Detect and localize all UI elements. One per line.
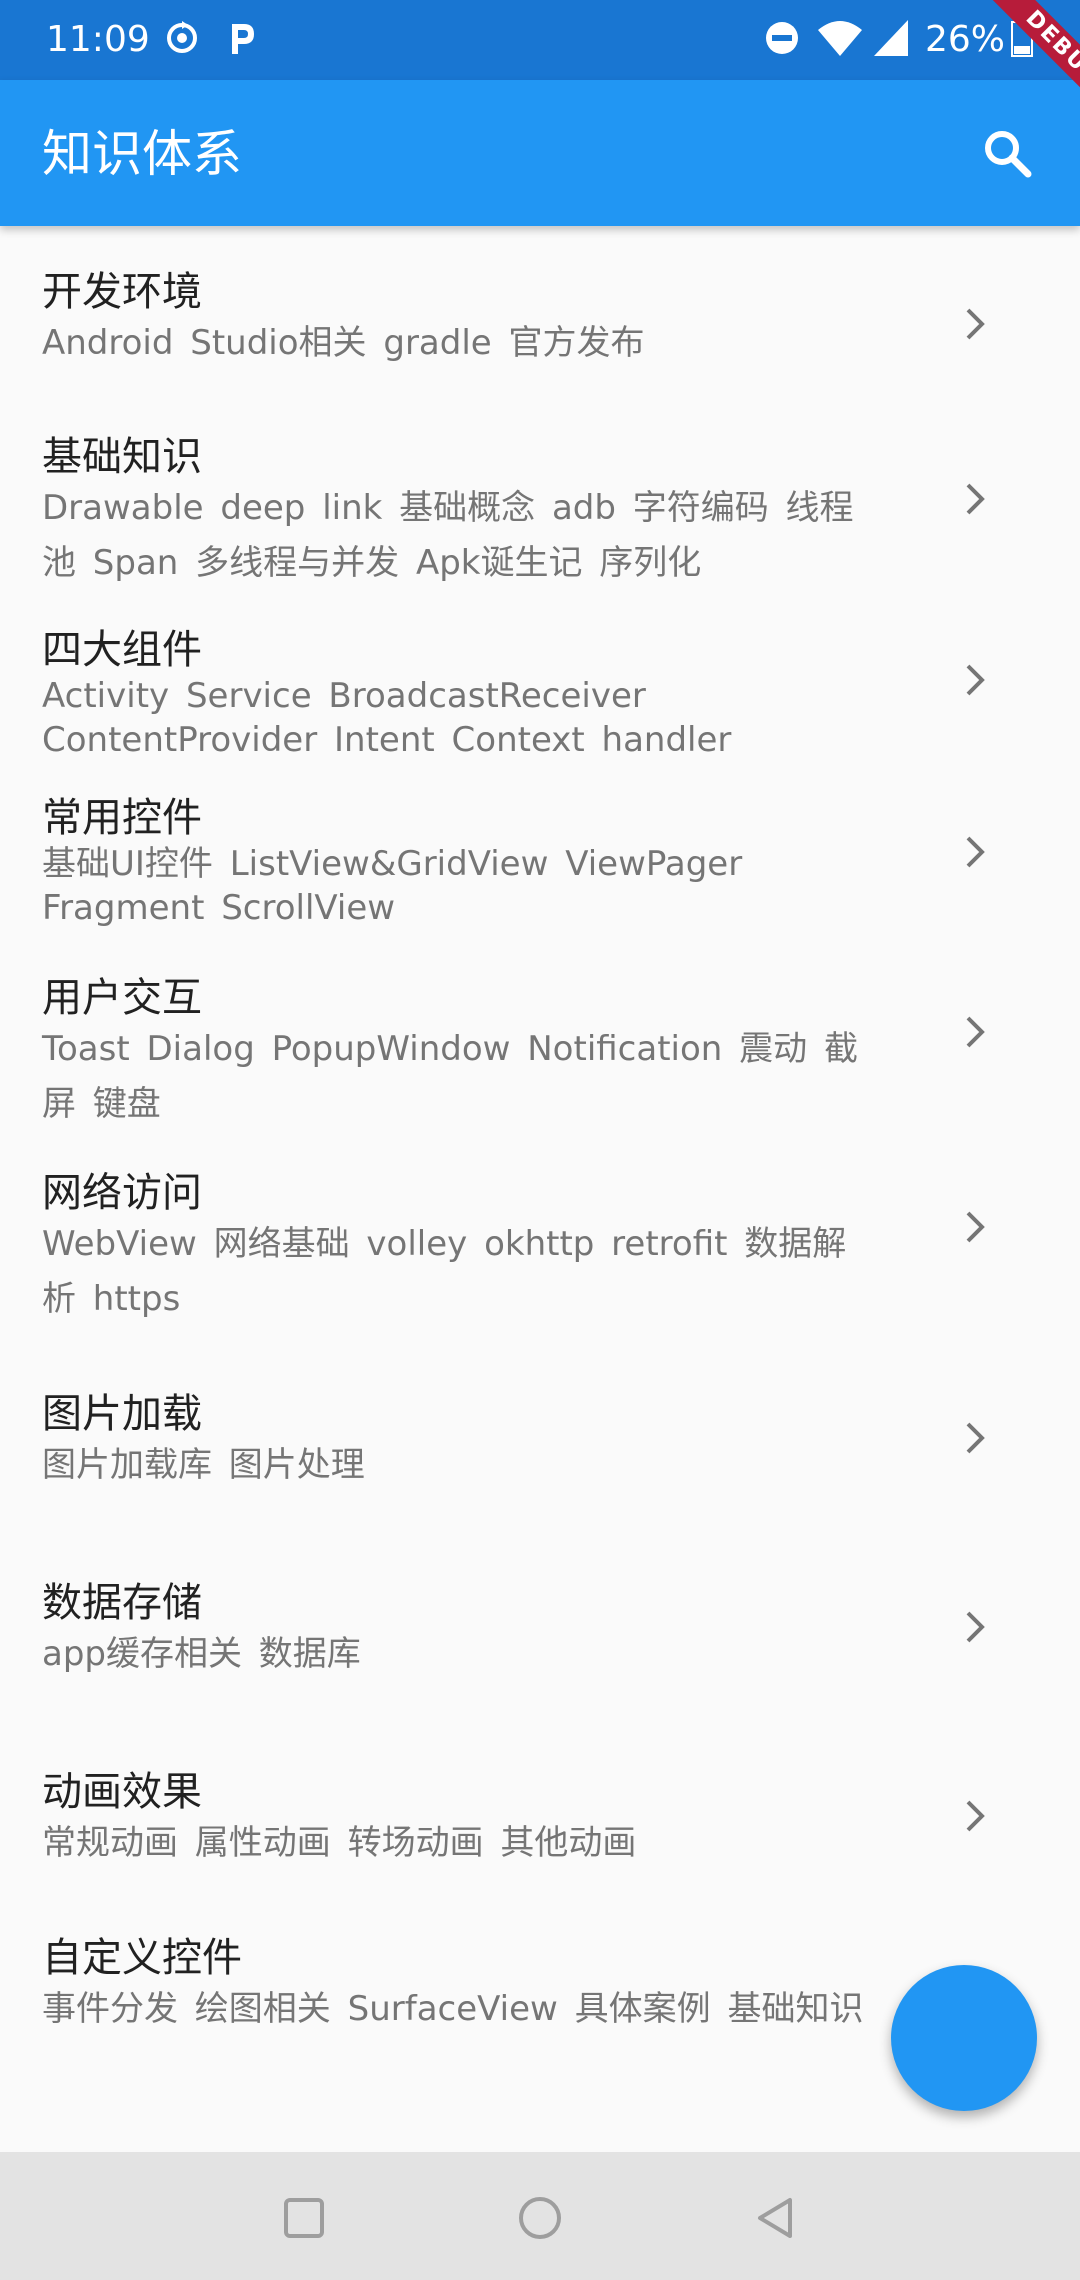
list-item[interactable]: 动画效果 常规动画 属性动画 转场动画 其他动画	[0, 1766, 1080, 1896]
item-title: 动画效果	[42, 1769, 202, 1815]
item-subtitle: Activity Service BroadcastReceiver Conte…	[42, 676, 732, 760]
app-bar: 知识体系	[0, 80, 1080, 226]
list-item[interactable]: 四大组件 Activity Service BroadcastReceiver …	[0, 624, 1080, 784]
chevron-right-icon	[966, 1211, 985, 1243]
parking-app-icon	[222, 18, 262, 62]
list-item[interactable]: 图片加载 图片加载库 图片处理	[0, 1388, 1080, 1518]
item-title: 图片加载	[42, 1391, 202, 1437]
search-icon	[985, 131, 1032, 178]
chevron-right-icon	[966, 664, 985, 696]
list-item[interactable]: 开发环境 Android Studio相关 gradle 官方发布	[0, 266, 1080, 406]
signal-icon	[872, 18, 912, 62]
chevron-right-icon	[966, 483, 985, 515]
item-title: 数据存储	[42, 1580, 202, 1626]
search-button[interactable]	[976, 122, 1040, 186]
list-item[interactable]: 用户交互 Toast Dialog PopupWindow Notificati…	[0, 972, 1080, 1152]
sync-icon	[162, 18, 202, 62]
item-subtitle: Drawable deep link 基础概念 adb 字符编码 线程池 Spa…	[42, 488, 854, 583]
item-title: 自定义控件	[42, 1935, 242, 1981]
chevron-right-icon	[966, 1016, 985, 1048]
debug-banner-label: DEBUG	[992, 0, 1080, 120]
back-button[interactable]	[748, 2190, 804, 2246]
chevron-right-icon	[966, 1611, 985, 1643]
item-subtitle: 基础UI控件 ListView&GridView ViewPager Fragm…	[42, 844, 743, 928]
item-title: 常用控件	[42, 795, 202, 841]
item-title: 基础知识	[42, 434, 202, 480]
item-subtitle: WebView 网络基础 volley okhttp retrofit 数据解析…	[42, 1224, 847, 1319]
do-not-disturb-icon	[762, 18, 802, 62]
status-time: 11:09	[46, 19, 150, 60]
recent-apps-icon	[284, 2198, 324, 2238]
back-icon	[758, 2198, 792, 2238]
chevron-right-icon	[966, 836, 985, 868]
knowledge-list[interactable]: 开发环境 Android Studio相关 gradle 官方发布 基础知识 D…	[0, 226, 1080, 2152]
item-subtitle: Toast Dialog PopupWindow Notification 震动…	[42, 1029, 858, 1124]
chevron-right-icon	[966, 1800, 985, 1832]
home-button[interactable]	[512, 2190, 568, 2246]
list-item[interactable]: 基础知识 Drawable deep link 基础概念 adb 字符编码 线程…	[0, 431, 1080, 621]
debug-banner: DEBUG	[960, 0, 1080, 120]
home-icon	[519, 2197, 561, 2239]
wifi-icon	[816, 18, 864, 62]
recent-apps-button[interactable]	[276, 2190, 332, 2246]
item-subtitle: 图片加载库 图片处理	[42, 1445, 365, 1485]
item-subtitle: app缓存相关 数据库	[42, 1634, 361, 1674]
list-item[interactable]: 常用控件 基础UI控件 ListView&GridView ViewPager …	[0, 792, 1080, 952]
item-title: 用户交互	[42, 975, 202, 1021]
system-navigation-bar	[0, 2152, 1080, 2280]
list-item[interactable]: 网络访问 WebView 网络基础 volley okhttp retrofit…	[0, 1167, 1080, 1347]
status-bar: 11:09 26%	[0, 0, 1080, 80]
item-title: 网络访问	[42, 1170, 202, 1216]
item-title: 开发环境	[42, 269, 202, 315]
chevron-right-icon	[966, 308, 985, 340]
chevron-right-icon	[966, 1422, 985, 1454]
page-title: 知识体系	[42, 125, 242, 183]
item-title: 四大组件	[42, 627, 202, 673]
item-subtitle: 常规动画 属性动画 转场动画 其他动画	[42, 1823, 637, 1863]
item-subtitle: Android Studio相关 gradle 官方发布	[42, 323, 645, 363]
floating-action-button[interactable]	[891, 1965, 1037, 2111]
list-item[interactable]: 数据存储 app缓存相关 数据库	[0, 1577, 1080, 1707]
item-subtitle: 事件分发 绘图相关 SurfaceView 具体案例 基础知识	[42, 1989, 864, 2029]
